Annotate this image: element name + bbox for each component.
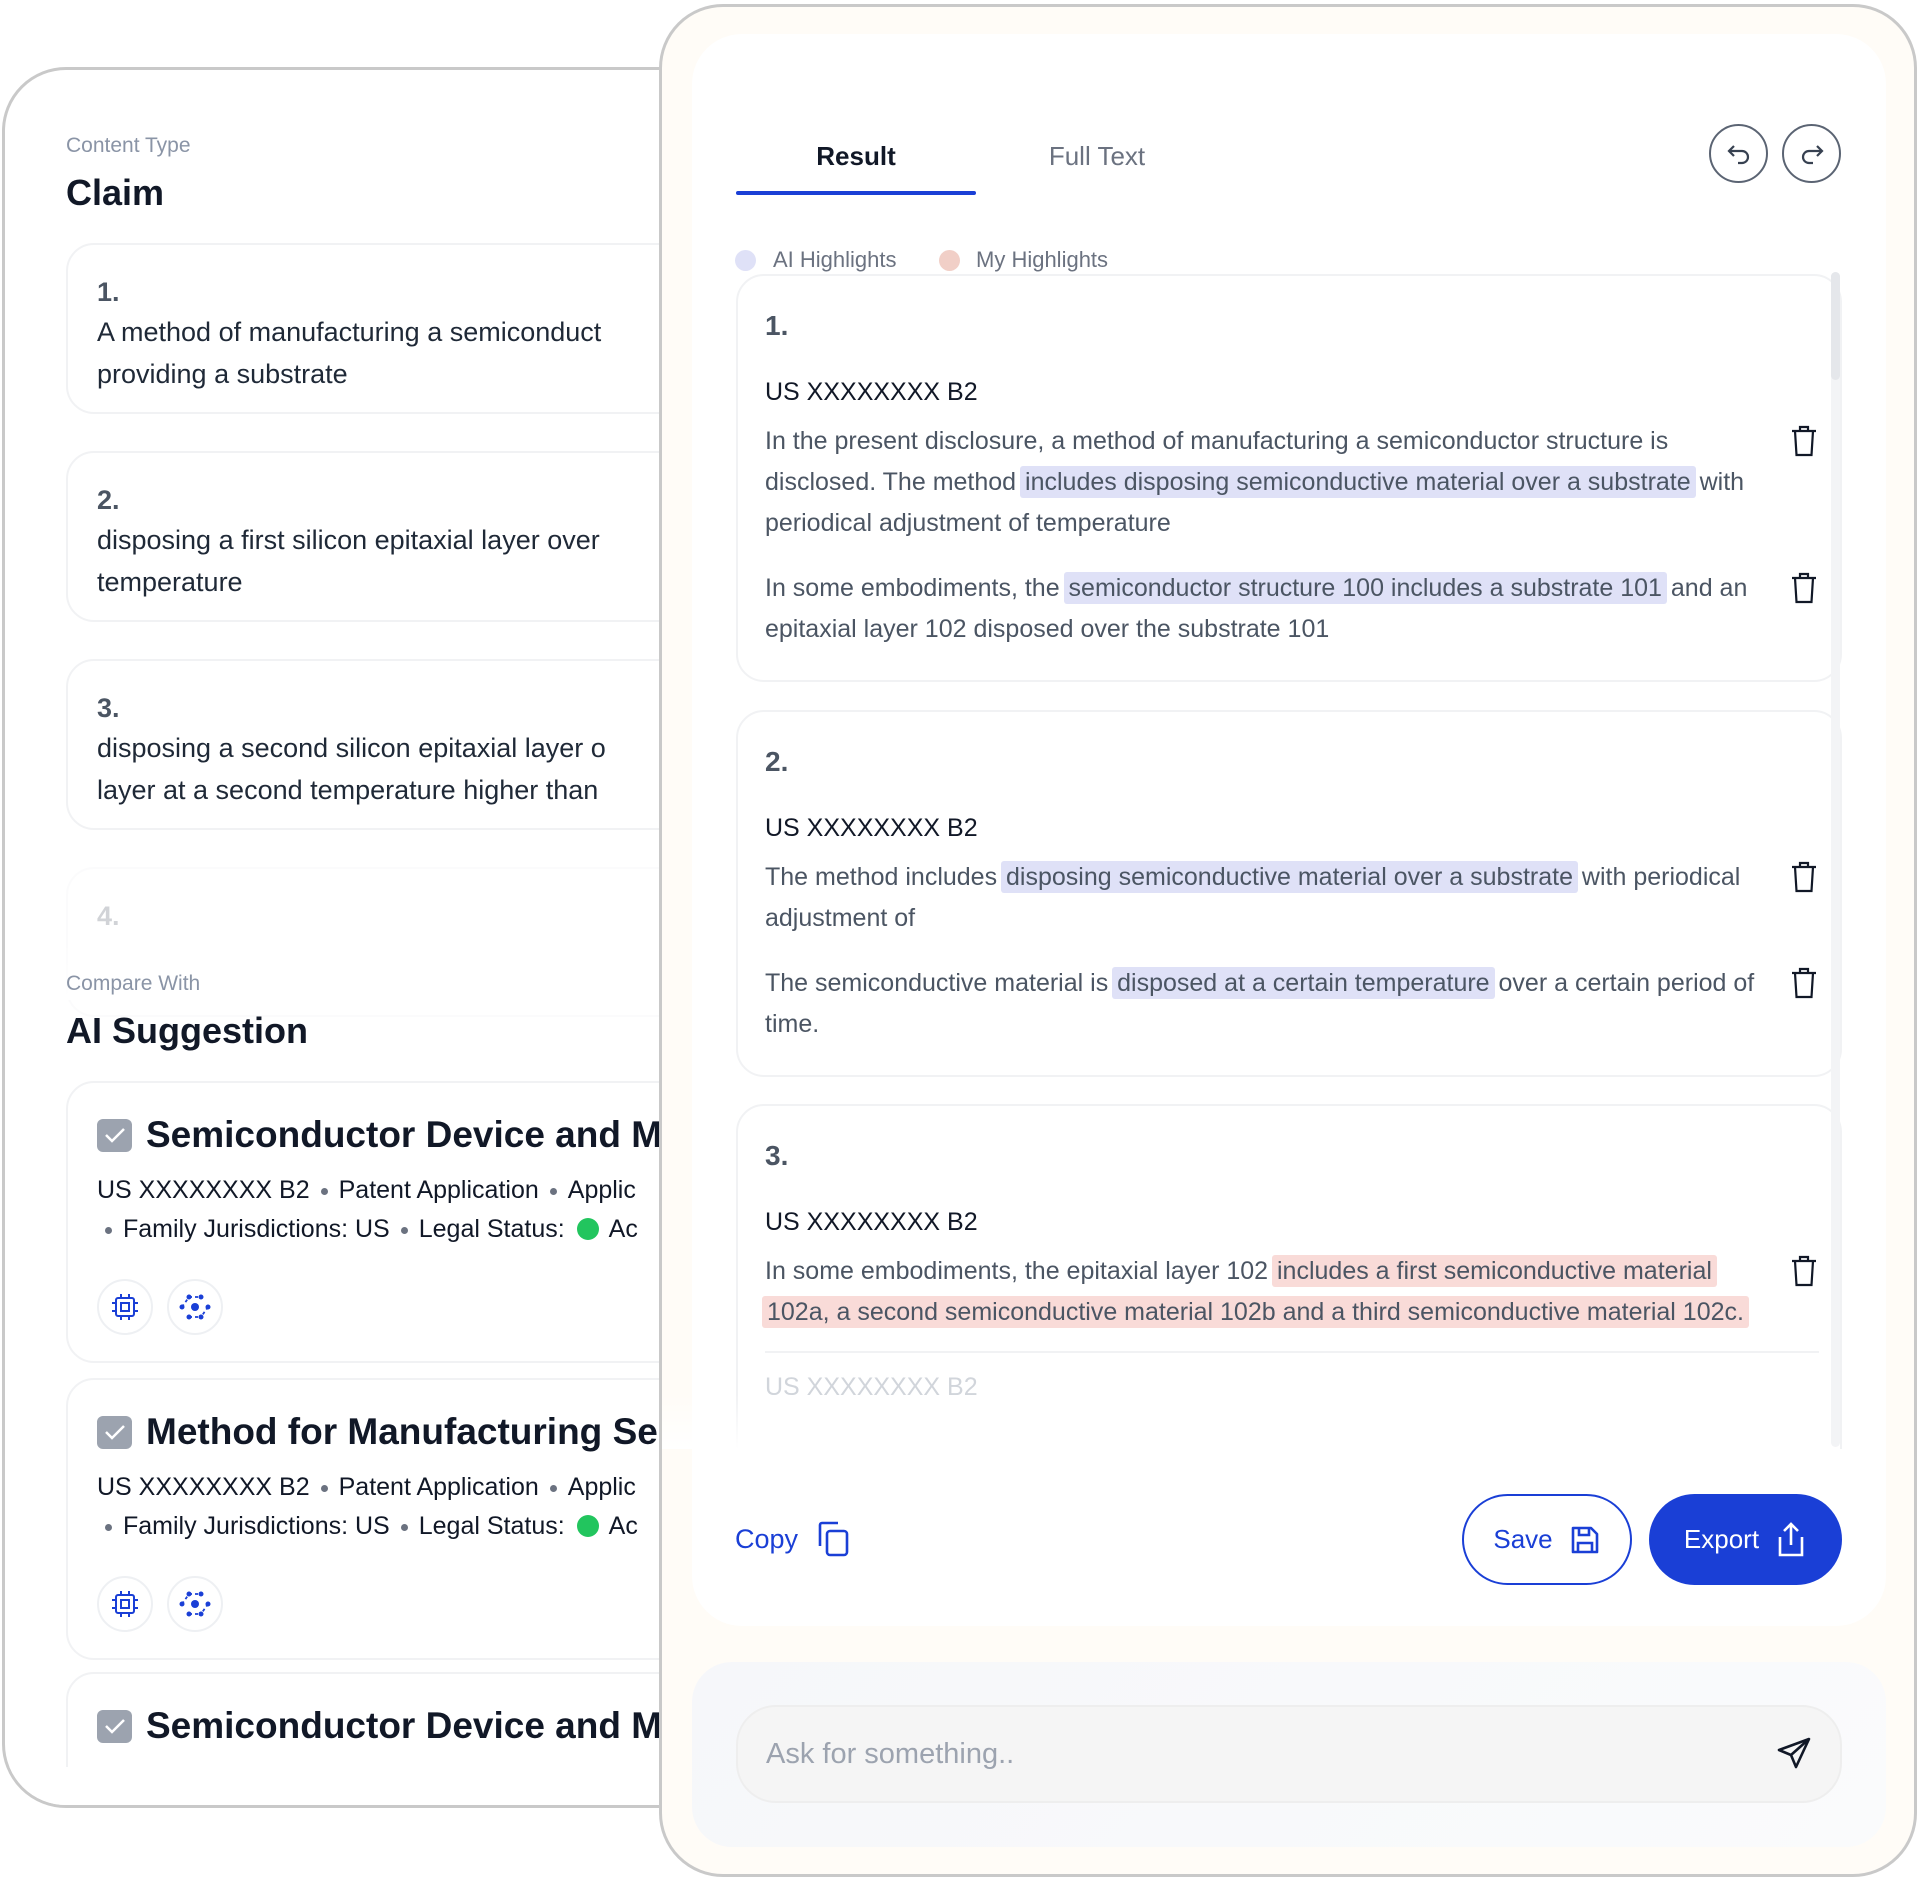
result-card-item: 1. US XXXXXXXX B2 In the present disclos… [736,274,1842,682]
save-button[interactable]: Save [1462,1494,1632,1585]
divider [765,1351,1819,1353]
copy-icon [818,1521,849,1557]
result-paragraph: The semiconductive material is disposed … [765,963,1819,1045]
trash-icon[interactable] [1789,860,1819,894]
legal-status-label: Legal Status: [418,1215,565,1243]
patent-id: US XXXXXXXX B2 [765,814,978,842]
send-icon[interactable] [1776,1736,1812,1772]
check-icon [104,1425,125,1440]
result-number: 3. [765,1140,789,1171]
redo-icon [1801,144,1824,164]
trash-icon[interactable] [1789,966,1819,1000]
trash-icon[interactable] [1789,571,1819,605]
ai-highlight[interactable]: semiconductor structure 100 includes a s… [1063,572,1667,604]
ai-highlight[interactable]: includes disposing semiconductive materi… [1020,466,1696,498]
content-type-value: Claim [66,172,165,213]
undo-button[interactable] [1709,124,1768,183]
result-paragraph: In some embodiments, the epitaxial layer… [762,1251,1819,1333]
family-jurisdictions: Family Jurisdictions: US [123,1512,390,1540]
suggestion-title[interactable]: Method for Manufacturing Se [146,1411,658,1453]
patent-id: US XXXXXXXX B2 [765,1208,978,1236]
result-card-item: 2. US XXXXXXXX B2 The method includes di… [736,710,1842,1077]
my-highlight-swatch [939,250,960,271]
legal-status: Ac [608,1215,638,1243]
trash-icon[interactable] [1789,1254,1819,1288]
result-number: 2. [765,746,789,777]
ai-highlight[interactable]: disposing semiconductive material over a… [1001,861,1578,893]
result-number: 1. [765,310,789,341]
check-icon [104,1128,125,1143]
status-dot [576,1218,599,1240]
result-paragraph: The method includes disposing semiconduc… [765,857,1819,939]
tab-result[interactable]: Result [736,138,976,174]
status-dot [576,1515,599,1537]
trash-icon[interactable] [1789,424,1819,458]
active-tab-indicator [736,191,976,195]
ai-highlight[interactable]: disposed at a certain temperature [1112,967,1495,999]
checkbox-checked[interactable] [97,1415,132,1449]
result-paragraph: In some embodiments, the semiconductor s… [765,568,1819,650]
compare-with-value: AI Suggestion [66,1010,308,1051]
ask-placeholder: Ask for something.. [766,1737,1015,1770]
result-paragraph: In the present disclosure, a method of m… [765,421,1819,544]
scrollbar-track[interactable] [1831,272,1840,1447]
legal-status: Ac [608,1512,638,1540]
applicant: Applic [567,1473,636,1501]
my-highlights-legend: My Highlights [976,247,1109,272]
export-icon [1778,1521,1804,1556]
ai-highlights-legend: AI Highlights [773,247,897,272]
chip-icon[interactable] [97,1279,153,1335]
content-type-label: Content Type [66,134,191,157]
result-card: Result Full Text AI Highlights My Highli… [662,34,1886,1626]
patent-type: Patent Application [338,1176,539,1204]
fade-overlay [662,1394,1789,1449]
copy-label: Copy [735,1523,799,1554]
export-button[interactable]: Export [1649,1494,1842,1585]
checkbox-checked[interactable] [97,1709,132,1743]
scrollbar-thumb[interactable] [1831,272,1840,380]
patent-id: US XXXXXXXX B2 [97,1176,310,1204]
legal-status-label: Legal Status: [418,1512,565,1540]
checkbox-checked[interactable] [97,1118,132,1152]
save-icon [1571,1526,1598,1553]
ask-input[interactable]: Ask for something.. [736,1705,1842,1803]
results-list: 1. US XXXXXXXX B2 In the present disclos… [662,274,1853,1449]
check-icon [104,1719,125,1734]
patent-type: Patent Application [338,1473,539,1501]
ai-highlight-swatch [735,250,756,271]
applicant: Applic [567,1176,636,1204]
suggestion-title[interactable]: Semiconductor Device and Ma [146,1114,683,1156]
undo-icon [1726,144,1749,164]
patent-id: US XXXXXXXX B2 [97,1473,310,1501]
network-icon[interactable] [167,1576,223,1632]
chip-icon[interactable] [97,1576,153,1632]
suggestion-title[interactable]: Semiconductor Device and Ma [146,1705,683,1747]
result-panel: Result Full Text AI Highlights My Highli… [659,4,1917,1877]
patent-id: US XXXXXXXX B2 [765,378,978,406]
redo-button[interactable] [1782,124,1841,183]
tab-full-text[interactable]: Full Text [977,138,1217,174]
copy-button[interactable]: Copy [735,1520,852,1558]
compare-with-label: Compare With [66,972,201,995]
family-jurisdictions: Family Jurisdictions: US [123,1215,390,1243]
network-icon[interactable] [167,1279,223,1335]
